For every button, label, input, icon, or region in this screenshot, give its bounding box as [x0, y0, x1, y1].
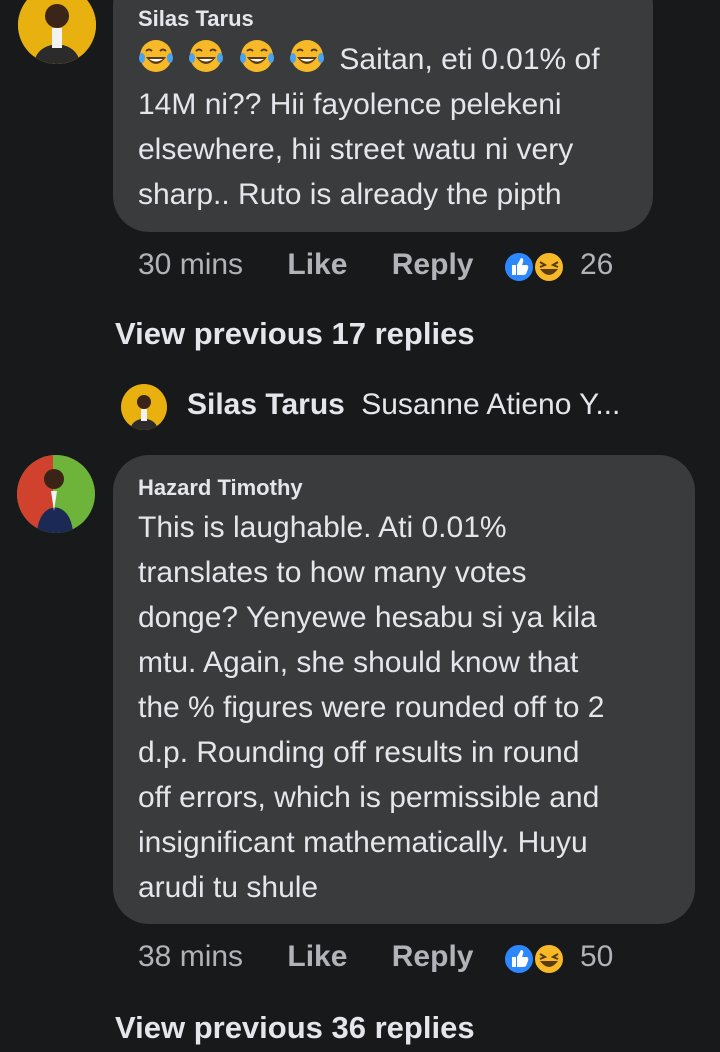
reply-button[interactable]: Reply	[392, 940, 474, 973]
haha-reaction-icon	[533, 251, 565, 283]
comment-line: sharp.. Ruto is already the pipth	[138, 178, 562, 211]
laughing-crying-emoji-icon	[290, 40, 325, 72]
avatar[interactable]	[18, 0, 96, 64]
comment-line: This is laughable. Ati 0.01%	[138, 511, 507, 544]
haha-reaction-icon	[533, 943, 565, 975]
laughing-crying-emoji-icon	[189, 40, 224, 72]
comment-line: elsewhere, hii street watu ni very	[138, 133, 574, 166]
comment-text: This is laughable. Ati 0.01% translates …	[138, 505, 604, 910]
comment-line: d.p. Rounding off results in round	[138, 736, 580, 769]
profile-photo	[121, 384, 167, 430]
timestamp: 38 mins	[138, 940, 244, 973]
comment-actions: 38 mins Like Reply	[138, 940, 473, 980]
reactions[interactable]: 26	[502, 248, 622, 286]
emoji-row	[138, 40, 339, 76]
comment-line: off errors, which is permissible and	[138, 781, 600, 814]
comment-bubble[interactable]: Hazard Timothy This is laughable. Ati 0.…	[113, 455, 695, 924]
laughing-crying-emoji-icon	[139, 40, 173, 72]
comment-line: Saitan, eti 0.01% of	[339, 43, 600, 76]
profile-photo	[18, 0, 96, 64]
comment-line: insignificant mathematically. Huyu	[138, 826, 588, 859]
reactions[interactable]: 50	[502, 940, 622, 978]
comment-line: the % figures were rounded off to 2	[138, 691, 605, 724]
like-button[interactable]: Like	[287, 248, 347, 281]
comment-bubble[interactable]: Silas Tarus Saitan, eti 0.01% of 14M ni?…	[113, 0, 653, 232]
reply-preview[interactable]: Silas Tarus Susanne Atieno Y...	[187, 388, 620, 422]
like-button[interactable]: Like	[287, 940, 347, 973]
comment-text: Saitan, eti 0.01% of 14M ni?? Hii fayole…	[138, 37, 600, 217]
like-reaction-icon	[503, 943, 535, 975]
laughing-crying-emoji-icon	[239, 40, 274, 72]
comment-line: 14M ni?? Hii fayolence pelekeni	[138, 88, 562, 121]
comment-line: mtu. Again, she should know that	[138, 646, 579, 679]
avatar[interactable]	[17, 455, 95, 533]
comment-line: arudi tu shule	[138, 871, 319, 904]
comment-author[interactable]: Silas Tarus	[138, 6, 254, 32]
view-previous-replies-link[interactable]: View previous 36 replies	[115, 1010, 475, 1046]
comment-line: translates to how many votes	[138, 556, 527, 589]
reply-preview-author: Silas Tarus	[187, 388, 345, 421]
comment-actions: 30 mins Like Reply	[138, 248, 473, 288]
timestamp: 30 mins	[138, 248, 244, 281]
reply-button[interactable]: Reply	[392, 248, 474, 281]
view-previous-replies-link[interactable]: View previous 17 replies	[115, 316, 475, 352]
profile-photo	[17, 455, 95, 533]
like-reaction-icon	[503, 251, 535, 283]
reply-preview-text: Susanne Atieno Y...	[361, 388, 621, 421]
comment-line: donge? Yenyewe hesabu si ya kila	[138, 601, 597, 634]
reaction-count: 26	[580, 248, 614, 281]
reaction-count: 50	[580, 940, 614, 973]
avatar[interactable]	[121, 384, 167, 430]
comment-author[interactable]: Hazard Timothy	[138, 475, 303, 501]
